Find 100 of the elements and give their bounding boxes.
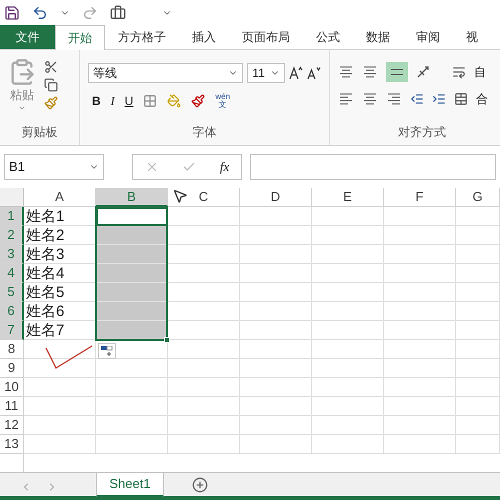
table-cell [312, 321, 384, 340]
borders-icon[interactable] [143, 94, 158, 108]
column-header[interactable]: C [168, 188, 240, 207]
increase-indent-icon[interactable] [432, 92, 446, 106]
group-label: 字体 [192, 124, 218, 141]
ribbon-tab[interactable]: 视 [453, 25, 491, 49]
toolbox-icon[interactable] [110, 5, 126, 21]
table-cell [168, 397, 240, 416]
table-cell [456, 340, 500, 359]
row-header[interactable]: 5 [0, 283, 24, 302]
shrink-font-icon[interactable] [307, 66, 322, 80]
row-header[interactable]: 2 [0, 226, 24, 245]
copy-icon[interactable] [44, 78, 58, 92]
bottom-align-button[interactable] [386, 62, 408, 82]
underline-button[interactable]: U [124, 92, 134, 110]
merge-icon[interactable] [454, 92, 468, 106]
row-header[interactable]: 10 [0, 378, 24, 397]
save-icon[interactable] [4, 5, 20, 21]
table-cell [240, 321, 312, 340]
row-header[interactable]: 9 [0, 359, 24, 378]
ribbon-tab[interactable]: 插入 [179, 25, 229, 49]
row-header[interactable]: 8 [0, 340, 24, 359]
ribbon-tab[interactable]: 方方格子 [105, 25, 179, 49]
table-cell [384, 321, 456, 340]
align-center-icon[interactable] [362, 92, 378, 106]
table-cell [312, 226, 384, 245]
align-right-icon[interactable] [386, 92, 402, 106]
ribbon-tab[interactable]: 公式 [303, 25, 353, 49]
table-cell [456, 397, 500, 416]
column-header[interactable]: E [312, 188, 384, 207]
table-cell: 姓名1 [24, 207, 96, 226]
ribbon-tab[interactable]: 页面布局 [229, 25, 303, 49]
column-header[interactable]: B [96, 188, 168, 207]
insert-function-button[interactable]: fx [220, 157, 230, 177]
table-cell [168, 416, 240, 435]
middle-align-icon[interactable] [362, 65, 378, 79]
table-cell [312, 283, 384, 302]
column-header[interactable]: G [456, 188, 500, 207]
row-header[interactable]: 6 [0, 302, 24, 321]
undo-icon[interactable] [32, 5, 48, 21]
table-cell [384, 397, 456, 416]
row-header[interactable]: 13 [0, 435, 24, 454]
table-cell [384, 302, 456, 321]
table-cell [384, 264, 456, 283]
row-header[interactable]: 1 [0, 207, 24, 226]
row-header[interactable]: 12 [0, 416, 24, 435]
table-cell [240, 264, 312, 283]
quick-analysis-icon[interactable] [98, 343, 116, 359]
grow-font-icon[interactable] [289, 66, 304, 80]
merge-label[interactable]: 合 [476, 90, 488, 108]
table-cell [240, 416, 312, 435]
italic-button[interactable]: I [110, 92, 115, 110]
align-left-icon[interactable] [338, 92, 354, 106]
sheet-tab[interactable]: Sheet1 [96, 473, 164, 497]
caret-icon[interactable] [18, 104, 26, 112]
table-cell [384, 283, 456, 302]
font-color-icon[interactable] [191, 94, 206, 108]
table-cell [240, 245, 312, 264]
ribbon-tab[interactable]: 审阅 [403, 25, 453, 49]
decrease-indent-icon[interactable] [410, 92, 424, 106]
table-cell [240, 340, 312, 359]
name-box[interactable]: B1 [4, 154, 104, 180]
phonetic-button[interactable]: wén 文 [215, 93, 230, 109]
format-painter-icon[interactable] [44, 96, 58, 110]
table-cell [312, 416, 384, 435]
column-header[interactable]: F [384, 188, 456, 207]
column-header[interactable]: A [24, 188, 96, 207]
row-header[interactable]: 7 [0, 321, 24, 340]
table-cell [312, 302, 384, 321]
table-cell: 姓名4 [24, 264, 96, 283]
table-cell [240, 397, 312, 416]
ribbon-tab[interactable]: 开始 [55, 25, 105, 50]
wrap-text-icon[interactable] [452, 65, 466, 79]
add-sheet-icon[interactable] [192, 477, 208, 493]
table-cell: 姓名6 [24, 302, 96, 321]
table-cell [456, 245, 500, 264]
table-cell [168, 245, 240, 264]
bold-button[interactable]: B [92, 92, 101, 110]
ribbon-tab[interactable]: 数据 [353, 25, 403, 49]
row-header[interactable]: 3 [0, 245, 24, 264]
cut-icon[interactable] [44, 60, 58, 74]
fill-color-icon[interactable] [167, 94, 182, 108]
top-align-icon[interactable] [338, 65, 354, 79]
row-header[interactable]: 11 [0, 397, 24, 416]
group-label: 剪贴板 [20, 124, 58, 141]
table-cell [312, 435, 384, 454]
table-cell [168, 207, 240, 226]
column-header[interactable]: D [240, 188, 312, 207]
file-tab[interactable]: 文件 [0, 25, 55, 49]
table-cell: 姓名7 [24, 321, 96, 340]
table-cell [456, 416, 500, 435]
font-name-field[interactable]: 等线 [88, 63, 244, 83]
table-cell [456, 264, 500, 283]
table-cell [312, 245, 384, 264]
table-cell [456, 435, 500, 454]
row-header[interactable]: 4 [0, 264, 24, 283]
font-size-field[interactable]: 11 [247, 63, 286, 83]
formula-input[interactable] [250, 154, 496, 180]
wrap-text-label[interactable]: 自 [474, 63, 486, 81]
table-cell [240, 378, 312, 397]
